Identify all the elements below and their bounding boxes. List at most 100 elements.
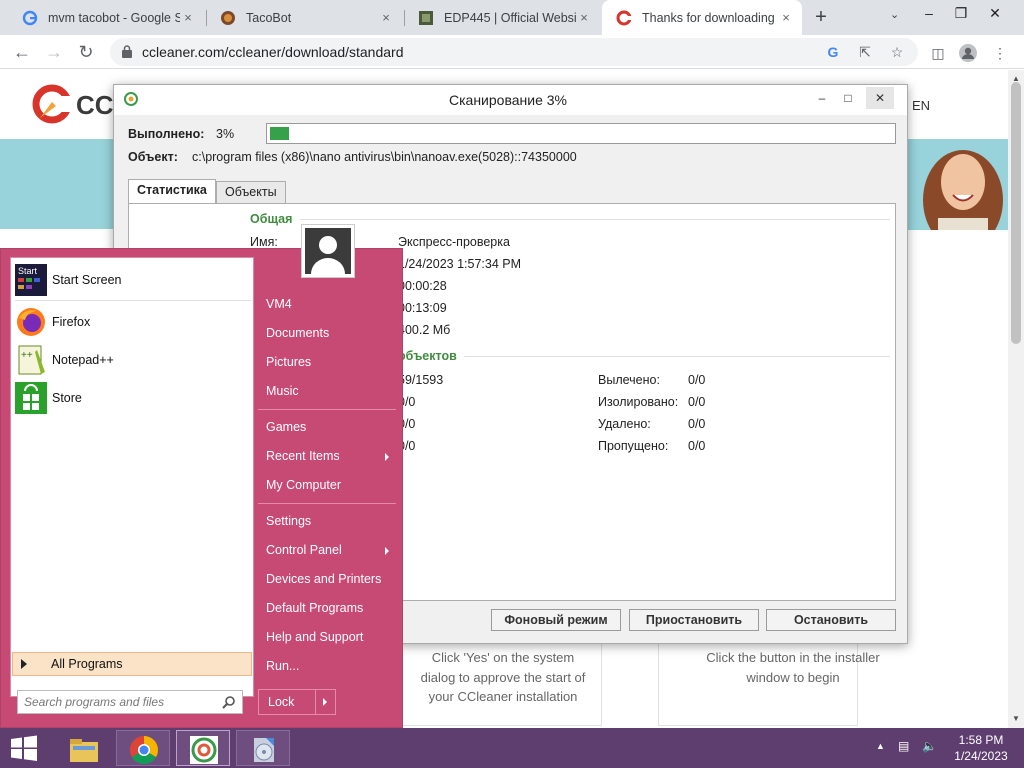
scroll-down-icon[interactable]: ▼: [1012, 714, 1020, 723]
start-right-default-programs[interactable]: Default Programs: [266, 601, 363, 615]
windows-logo-icon: [11, 735, 37, 761]
start-search-input[interactable]: Search programs and files: [17, 690, 243, 714]
folder-icon: [70, 739, 98, 762]
tab-edp445[interactable]: EDP445 | Official Website ×: [404, 0, 600, 35]
tab-objects[interactable]: Объекты: [216, 181, 286, 203]
tab-google-search[interactable]: mvm tacobot - Google Se ×: [8, 0, 204, 35]
share-icon[interactable]: ⇱: [856, 43, 874, 61]
restore-icon[interactable]: ❐: [946, 2, 976, 24]
user-avatar[interactable]: [301, 224, 355, 278]
skipped-value: 0/0: [688, 439, 706, 453]
start-right-devices-printers[interactable]: Devices and Printers: [266, 572, 381, 586]
menu-kebab-icon[interactable]: ⋮: [990, 43, 1010, 63]
taskbar-nano-antivirus[interactable]: [176, 730, 230, 766]
dialog-minimize-icon[interactable]: –: [808, 87, 836, 109]
taskbar-installer[interactable]: [236, 730, 290, 766]
lock-icon[interactable]: [122, 45, 132, 58]
start-right-recent-items[interactable]: Recent Items: [266, 449, 340, 463]
close-tab-icon[interactable]: ×: [180, 10, 196, 25]
start-menu: Start Start Screen Firefox ++ Notepad++ …: [0, 248, 403, 728]
dialog-titlebar[interactable]: Сканирование 3% – □ ✕: [114, 85, 907, 115]
close-tab-icon[interactable]: ×: [378, 10, 394, 25]
section-divider: [464, 356, 890, 357]
minimize-icon[interactable]: –: [914, 2, 944, 24]
side-panel-icon[interactable]: ◫: [928, 43, 948, 63]
tab-title: Thanks for downloading: [642, 10, 775, 25]
menu-divider: [15, 300, 251, 301]
start-right-music[interactable]: Music: [266, 384, 299, 398]
submenu-arrow-icon: [385, 547, 389, 555]
bookmark-star-icon[interactable]: ☆: [888, 43, 906, 61]
tacobot-icon: [221, 10, 235, 25]
start-right-control-panel[interactable]: Control Panel: [266, 543, 342, 557]
section-general-title: Общая: [250, 212, 293, 226]
close-tab-icon[interactable]: ×: [576, 10, 592, 25]
back-arrow-icon[interactable]: ←: [10, 40, 34, 64]
search-icon[interactable]: [222, 695, 236, 709]
start-item-store[interactable]: Store: [15, 380, 251, 416]
cured-value: 0/0: [688, 373, 706, 387]
network-icon[interactable]: ▤: [898, 739, 909, 753]
user-icon: [305, 228, 351, 274]
all-programs-button[interactable]: All Programs: [12, 652, 252, 676]
volume-icon[interactable]: 🔈: [922, 739, 937, 753]
taskbar-explorer[interactable]: [56, 730, 110, 766]
profile-icon[interactable]: [958, 43, 978, 63]
address-bar[interactable]: ccleaner.com/ccleaner/download/standard …: [110, 38, 918, 66]
start-item-label: Start Screen: [52, 273, 122, 287]
tab-search-chevron-icon[interactable]: ⌄: [890, 8, 899, 21]
clock-time[interactable]: 1:58 PM: [955, 733, 1007, 747]
nano-antivirus-icon: [190, 736, 218, 764]
pause-button[interactable]: Приостановить: [629, 609, 759, 631]
dialog-title: Сканирование 3%: [449, 92, 567, 108]
page-scrollbar[interactable]: ▲ ▼: [1008, 70, 1024, 728]
section-objects-title: объектов: [398, 349, 457, 363]
google-lens-icon[interactable]: G: [824, 43, 842, 61]
tab-statistics[interactable]: Статистика: [128, 179, 216, 204]
objects-scanned-value: 59/1593: [398, 373, 444, 387]
start-right-documents[interactable]: Documents: [266, 326, 329, 340]
scrollbar-thumb[interactable]: [1011, 82, 1021, 344]
install-step-text: Click 'Yes' on the system dialog to appr…: [420, 650, 586, 704]
start-right-my-computer[interactable]: My Computer: [266, 478, 341, 492]
start-right-settings[interactable]: Settings: [266, 514, 311, 528]
triangle-right-icon: [21, 659, 27, 669]
nano-antivirus-icon: [124, 92, 138, 106]
taskbar-chrome[interactable]: [116, 730, 170, 766]
start-item-start-screen[interactable]: Start Start Screen: [15, 262, 251, 298]
done-value: 3%: [216, 127, 235, 141]
ccleaner-logo-icon: [32, 84, 74, 124]
background-mode-button[interactable]: Фоновый режим: [491, 609, 621, 631]
deleted-value: 0/0: [688, 417, 706, 431]
start-right-run[interactable]: Run...: [266, 659, 299, 673]
hero-image: [908, 140, 1008, 230]
tab-tacobot[interactable]: TacoBot ×: [206, 0, 402, 35]
show-hidden-icons-icon[interactable]: ▲: [876, 741, 885, 751]
start-right-vm4[interactable]: VM4: [266, 297, 292, 311]
lock-button[interactable]: Lock: [258, 689, 336, 715]
start-right-games[interactable]: Games: [266, 420, 306, 434]
new-tab-button[interactable]: +: [808, 4, 834, 30]
shutdown-options-arrow-icon[interactable]: [323, 698, 327, 706]
close-tab-icon[interactable]: ×: [778, 10, 794, 25]
forward-arrow-icon[interactable]: →: [42, 40, 66, 64]
start-right-help-support[interactable]: Help and Support: [266, 630, 363, 644]
edp445-icon: [419, 10, 433, 25]
start-button[interactable]: [0, 728, 48, 768]
start-right-pictures[interactable]: Pictures: [266, 355, 311, 369]
ccleaner-icon: [616, 10, 632, 25]
start-menu-programs-pane: Start Start Screen Firefox ++ Notepad++ …: [10, 257, 254, 697]
reload-icon[interactable]: ↻: [74, 40, 98, 64]
installer-disc-icon: [254, 738, 274, 762]
tab-thanks-for-downloading[interactable]: Thanks for downloading ×: [602, 0, 802, 35]
start-item-notepadpp[interactable]: ++ Notepad++: [15, 342, 251, 378]
close-window-icon[interactable]: ✕: [980, 2, 1010, 24]
url-text[interactable]: ccleaner.com/ccleaner/download/standard: [142, 44, 404, 60]
clock-date[interactable]: 1/24/2023: [950, 749, 1012, 763]
language-selector[interactable]: EN: [912, 98, 930, 113]
name-value: Экспресс-проверка: [398, 235, 510, 249]
start-item-firefox[interactable]: Firefox: [15, 304, 251, 340]
stop-button[interactable]: Остановить: [766, 609, 896, 631]
dialog-close-icon[interactable]: ✕: [866, 87, 894, 109]
dialog-maximize-icon[interactable]: □: [834, 87, 862, 109]
